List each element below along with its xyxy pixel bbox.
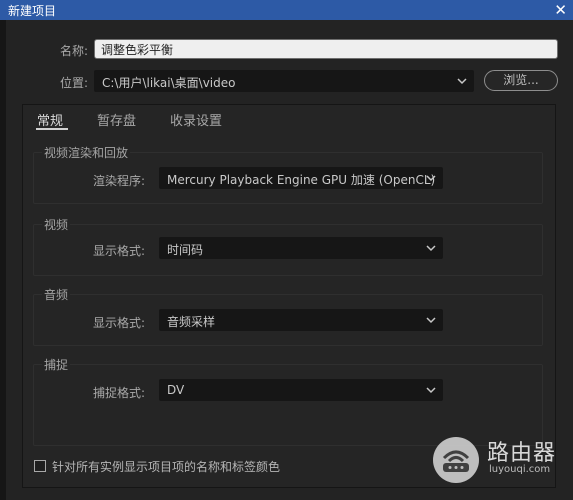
show-labels-checkbox[interactable] [34,460,46,472]
tab-general[interactable]: 常规 [37,110,63,129]
capture-group [33,364,543,446]
render-group-title: 视频渲染和回放 [42,144,131,161]
video-format-select[interactable]: 时间码 [159,237,443,259]
chevron-down-icon [426,240,436,254]
project-name-field[interactable]: 调整色彩平衡 [94,39,558,59]
chevron-down-icon [426,382,436,396]
tab-ingest-settings[interactable]: 收录设置 [170,110,222,129]
video-format-label: 显示格式: [93,244,146,258]
audio-format-value: 音频采样 [167,315,216,329]
router-logo-icon [433,437,479,483]
watermark-site: luyouqi.com [489,464,551,475]
video-group-title: 视频 [42,216,71,233]
renderer-label: 渲染程序: [93,174,146,188]
chevron-down-icon [426,312,436,326]
capture-group-title: 捕捉 [42,356,71,373]
chevron-down-icon [426,170,436,184]
audio-format-label: 显示格式: [93,316,146,330]
chevron-down-icon [457,73,467,87]
audio-group-title: 音频 [42,286,71,303]
capture-format-select[interactable]: DV [159,379,443,401]
watermark: 路由器 luyouqi.com [433,435,563,485]
show-labels-label: 针对所有实例显示项目项的名称和标签颜色 [52,460,281,474]
renderer-value: Mercury Playback Engine GPU 加速 (OpenCL) [167,173,436,187]
location-label: 位置: [60,76,89,90]
window-left-edge [0,20,6,500]
audio-format-select[interactable]: 音频采样 [159,309,443,331]
tab-scratch-disks[interactable]: 暂存盘 [97,110,136,129]
video-format-value: 时间码 [167,243,204,257]
window-title: 新建项目 [8,4,57,18]
watermark-name: 路由器 [487,441,557,466]
location-value: C:\用户\likai\桌面\video [102,76,236,90]
active-tab-indicator [36,128,68,130]
title-bar: 新建项目 ✕ [0,0,573,20]
browse-button[interactable]: 浏览... [484,70,558,91]
name-label: 名称: [60,44,89,58]
capture-format-label: 捕捉格式: [93,386,146,400]
close-icon[interactable]: ✕ [554,0,567,20]
renderer-select[interactable]: Mercury Playback Engine GPU 加速 (OpenCL) [159,167,443,189]
location-select[interactable]: C:\用户\likai\桌面\video [94,70,474,92]
capture-format-value: DV [167,383,185,397]
